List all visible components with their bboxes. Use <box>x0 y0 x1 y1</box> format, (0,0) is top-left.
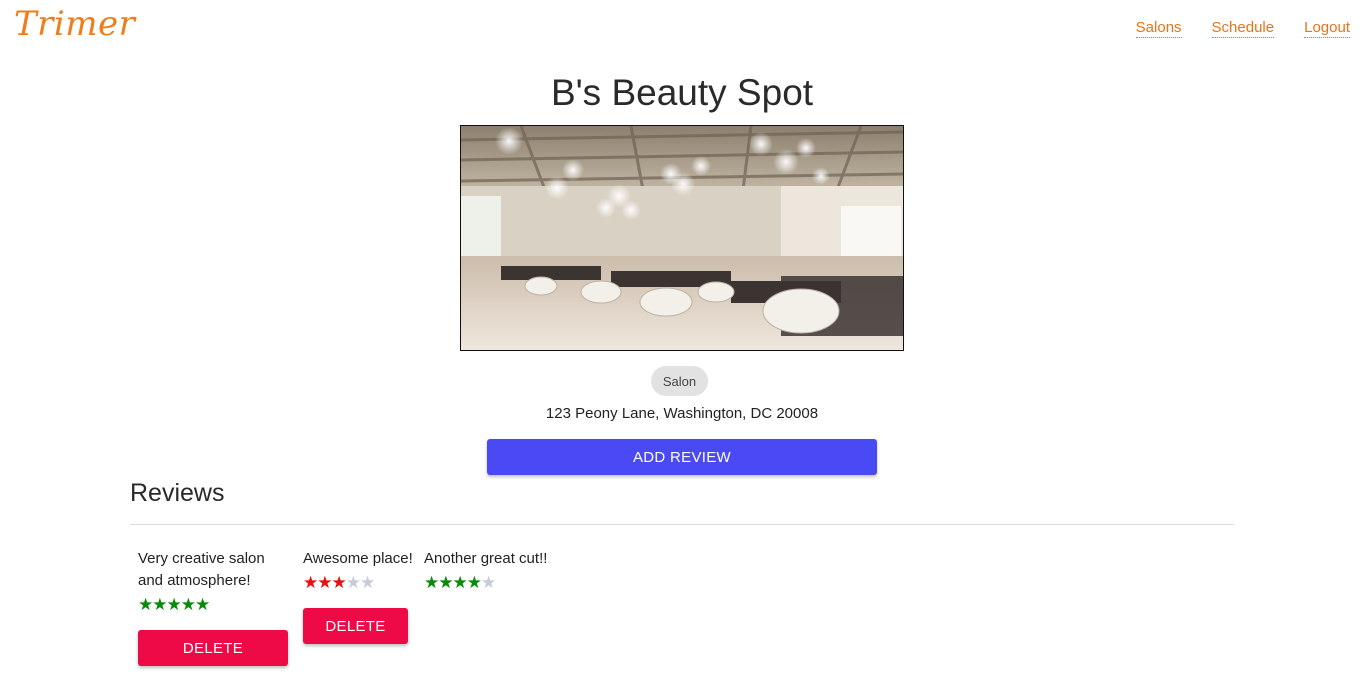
star-filled-icon: ★ <box>438 573 453 592</box>
star-filled-icon: ★ <box>424 573 439 592</box>
review-text: Another great cut!! <box>424 550 548 567</box>
app-logo[interactable]: Trimer <box>14 4 135 44</box>
star-filled-icon: ★ <box>452 573 468 592</box>
nav-link-salons[interactable]: Salons <box>1135 19 1182 38</box>
star-filled-icon: ★ <box>317 573 332 592</box>
star-empty-icon: ★ <box>345 573 361 592</box>
review-card: Very creative salon and atmosphere! ★★★★… <box>138 548 288 615</box>
top-nav: Salons Schedule Logout <box>1135 19 1350 38</box>
star-filled-icon: ★ <box>180 595 196 614</box>
review-text: Awesome place! <box>303 550 413 567</box>
delete-review-button[interactable]: DELETE <box>303 608 408 644</box>
star-filled-icon: ★ <box>195 595 210 614</box>
star-rating: ★★★★★ <box>424 573 564 593</box>
review-card: Another great cut!! ★★★★★ <box>424 548 564 593</box>
salon-photo <box>460 125 904 351</box>
nav-link-logout[interactable]: Logout <box>1304 19 1350 38</box>
star-filled-icon: ★ <box>166 595 182 614</box>
salon-name: B's Beauty Spot <box>550 72 814 113</box>
star-filled-icon: ★ <box>466 573 482 592</box>
star-rating: ★★★★★ <box>138 595 288 615</box>
star-rating: ★★★★★ <box>303 573 418 593</box>
delete-review-button[interactable]: DELETE <box>138 630 288 666</box>
reviews-divider <box>130 524 1234 525</box>
nav-link-schedule[interactable]: Schedule <box>1211 19 1275 38</box>
add-review-button[interactable]: ADD REVIEW <box>487 439 877 475</box>
review-text: Very creative salon and atmosphere! <box>138 550 265 589</box>
reviews-heading: Reviews <box>130 479 225 507</box>
star-filled-icon: ★ <box>152 595 167 614</box>
category-badge: Salon <box>651 366 708 396</box>
star-filled-icon: ★ <box>331 573 347 592</box>
star-empty-icon: ★ <box>360 573 375 592</box>
star-empty-icon: ★ <box>481 573 496 592</box>
salon-address: 123 Peony Lane, Washington, DC 20008 <box>545 405 819 422</box>
review-card: Awesome place! ★★★★★ <box>303 548 418 593</box>
star-filled-icon: ★ <box>138 595 153 614</box>
star-filled-icon: ★ <box>303 573 318 592</box>
